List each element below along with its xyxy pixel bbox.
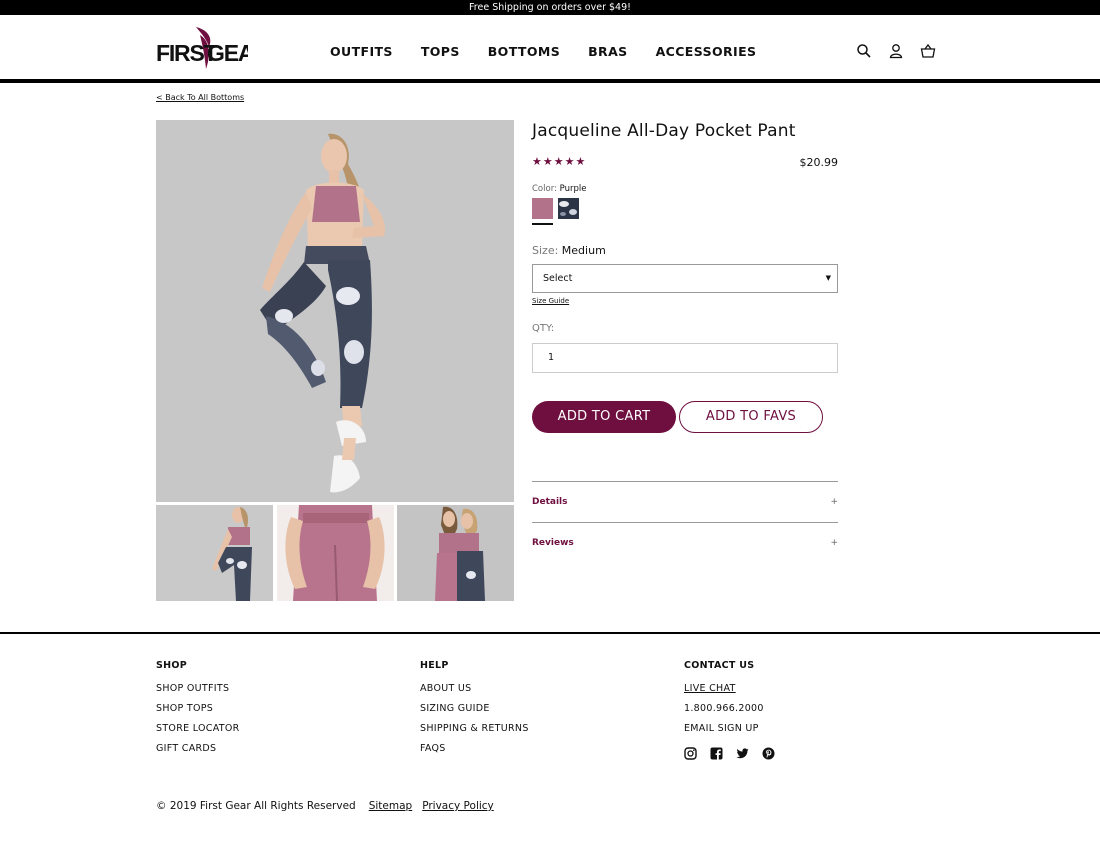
email-signup-link[interactable]: EMAIL SIGN UP [684, 723, 788, 743]
footer-heading: SHOP [156, 660, 188, 671]
add-to-favs-button[interactable]: ADD TO FAVS [679, 401, 823, 433]
accordion-reviews-label: Reviews [532, 538, 574, 548]
footer-link[interactable]: STORE LOCATOR [156, 723, 240, 743]
brand-logo[interactable]: FIRST GEAR [156, 25, 248, 71]
nav-accessories[interactable]: ACCESSORIES [656, 44, 757, 59]
footer-link[interactable]: SHOP OUTFITS [156, 683, 240, 703]
nav-tops[interactable]: TOPS [421, 44, 460, 59]
nav-bottoms[interactable]: BOTTOMS [488, 44, 560, 59]
copyright-text: © 2019 First Gear All Rights Reserved [156, 800, 356, 812]
footer-link[interactable]: SHOP TOPS [156, 703, 240, 723]
color-value: Purple [559, 184, 587, 194]
plus-icon: + [830, 538, 838, 548]
privacy-policy-link[interactable]: Privacy Policy [422, 800, 494, 812]
footer-divider [0, 632, 1100, 634]
size-select-value: Select [543, 273, 573, 284]
size-label-text: Size: [532, 244, 559, 257]
social-links [684, 745, 788, 760]
header-icons [856, 43, 952, 59]
footer-link[interactable]: FAQS [420, 743, 529, 763]
sitemap-link[interactable]: Sitemap [369, 800, 413, 812]
search-icon[interactable] [856, 43, 874, 59]
qty-input[interactable]: 1 [532, 343, 838, 373]
swatch-selected-indicator [532, 223, 553, 225]
qty-label: QTY: [532, 323, 555, 334]
footer-contact: CONTACT US LIVE CHAT 1.800.966.2000 EMAI… [684, 660, 788, 760]
live-chat-link[interactable]: LIVE CHAT [684, 683, 788, 703]
divider [532, 522, 838, 523]
instagram-icon[interactable] [684, 745, 698, 760]
swatch-purple[interactable] [532, 198, 553, 219]
promo-banner: Free Shipping on orders over $49! [0, 0, 1100, 15]
nav-outfits[interactable]: OUTFITS [330, 44, 393, 59]
size-select[interactable]: Select ▼ [532, 264, 838, 293]
dropdown-arrow-icon: ▼ [825, 274, 831, 282]
svg-text:GEAR: GEAR [207, 40, 248, 66]
product-thumbnail[interactable] [156, 505, 273, 601]
product-thumbnail[interactable] [397, 505, 514, 601]
user-icon[interactable] [888, 43, 906, 59]
site-header: FIRST GEAR OUTFITS TOPS BOTTOMS BRAS ACC… [0, 15, 1100, 83]
swatch-camo[interactable] [558, 198, 579, 219]
footer-bottom: © 2019 First Gear All Rights Reserved Si… [156, 800, 494, 812]
phone-number[interactable]: 1.800.966.2000 [684, 703, 788, 723]
size-value: Medium [561, 244, 606, 257]
footer-heading: CONTACT US [684, 660, 755, 671]
color-label-text: Color: [532, 184, 557, 194]
pinterest-icon[interactable] [762, 745, 776, 760]
basket-icon[interactable] [920, 43, 938, 59]
footer-shop: SHOP SHOP OUTFITS SHOP TOPS STORE LOCATO… [156, 660, 240, 763]
nav-bras[interactable]: BRAS [588, 44, 627, 59]
accordion-details[interactable]: Details + [532, 497, 838, 507]
footer-help: HELP ABOUT US SIZING GUIDE SHIPPING & RE… [420, 660, 529, 763]
footer-link[interactable]: SHIPPING & RETURNS [420, 723, 529, 743]
product-main-image[interactable] [156, 120, 514, 502]
footer-link[interactable]: SIZING GUIDE [420, 703, 529, 723]
add-to-cart-button[interactable]: ADD TO CART [532, 401, 676, 433]
twitter-icon[interactable] [736, 745, 750, 759]
accordion-reviews[interactable]: Reviews + [532, 538, 838, 548]
facebook-icon[interactable] [710, 745, 724, 760]
product-price: $20.99 [799, 156, 839, 169]
footer-heading: HELP [420, 660, 449, 671]
size-label: Size: Medium [532, 244, 606, 257]
size-guide-link[interactable]: Size Guide [532, 297, 569, 305]
footer-link[interactable]: GIFT CARDS [156, 743, 240, 763]
main-nav: OUTFITS TOPS BOTTOMS BRAS ACCESSORIES [330, 44, 784, 59]
plus-icon: + [830, 497, 838, 507]
back-link[interactable]: < Back To All Bottoms [156, 93, 244, 102]
footer-link[interactable]: ABOUT US [420, 683, 529, 703]
color-label: Color: Purple [532, 184, 586, 194]
product-thumbnail[interactable] [277, 505, 394, 601]
divider [532, 481, 838, 482]
accordion-details-label: Details [532, 497, 568, 507]
product-title: Jacqueline All-Day Pocket Pant [532, 121, 796, 141]
rating-stars[interactable]: ★★★★★ [532, 155, 586, 168]
